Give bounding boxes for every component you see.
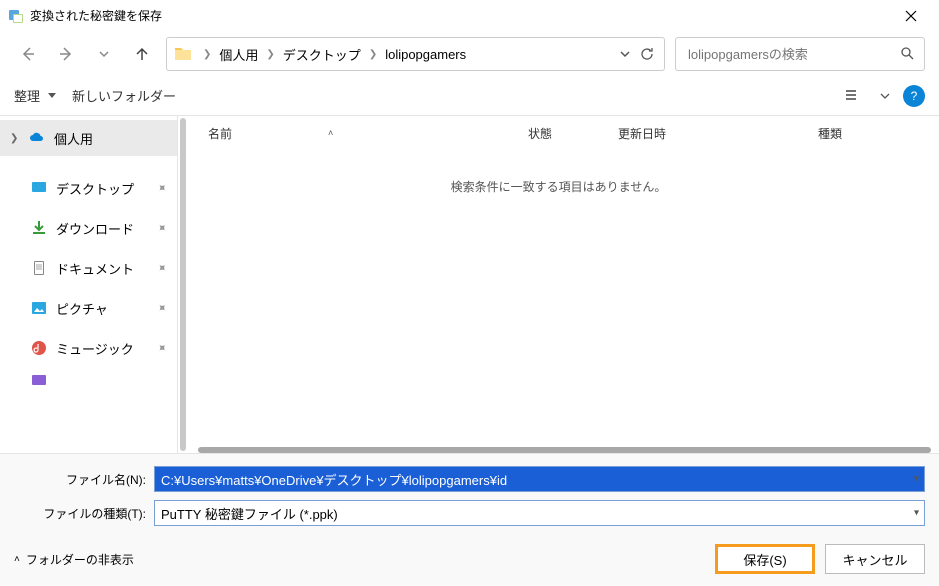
scrollbar-horizontal[interactable] [198, 447, 931, 453]
view-dropdown[interactable] [879, 82, 891, 110]
folder-icon [173, 44, 193, 64]
save-button[interactable]: 保存(S) [715, 544, 815, 574]
column-type[interactable]: 種類 [818, 125, 842, 142]
sidebar-item-downloads[interactable]: ダウンロード ✦ [20, 208, 177, 248]
pin-icon: ✦ [153, 219, 170, 236]
sidebar-tree: ❯ 個人用 デスクトップ ✦ ダウンロード ✦ ドキュメント [0, 116, 178, 453]
save-dialog: 変換された秘密鍵を保存 ❯ 個人用 ❯ デスクトップ ❯ lolipopgame… [0, 0, 939, 586]
sidebar-item-pictures[interactable]: ピクチャ ✦ [20, 288, 177, 328]
forward-button[interactable] [52, 40, 80, 68]
pin-icon: ✦ [153, 339, 170, 356]
sidebar-item-music[interactable]: ミュージック ✦ [20, 328, 177, 368]
breadcrumb-item[interactable]: デスクトップ [279, 43, 365, 66]
search-icon[interactable] [900, 46, 914, 63]
app-icon [8, 8, 24, 24]
chevron-right-icon: ❯ [203, 49, 211, 60]
sort-indicator-icon: ˄ [328, 128, 333, 138]
toolbar: 整理 新しいフォルダー ? [0, 76, 939, 116]
footer: ファイル名(N): ▾ ファイルの種類(T): PuTTY 秘密鍵ファイル (*… [0, 453, 939, 586]
download-icon [30, 219, 48, 237]
cloud-icon [28, 129, 46, 147]
view-options[interactable] [839, 82, 867, 110]
window-title: 変換された秘密鍵を保存 [30, 7, 891, 24]
pin-icon: ✦ [153, 179, 170, 196]
pictures-icon [30, 299, 48, 317]
breadcrumb-item[interactable]: lolipopgamers [381, 45, 470, 64]
sidebar-item-personal[interactable]: ❯ 個人用 [0, 120, 177, 156]
filename-label: ファイル名(N): [14, 471, 154, 488]
scrollbar-vertical[interactable] [180, 118, 186, 451]
column-headers[interactable]: 名前 ˄ 状態 更新日時 種類 [188, 116, 939, 150]
sidebar-item-desktop[interactable]: デスクトップ ✦ [20, 168, 177, 208]
close-button[interactable] [891, 1, 931, 31]
music-icon [30, 339, 48, 357]
address-dropdown[interactable] [614, 43, 636, 65]
filetype-combo[interactable]: PuTTY 秘密鍵ファイル (*.ppk) [154, 500, 925, 526]
hide-folders-toggle[interactable]: ˄ フォルダーの非表示 [14, 551, 134, 568]
pin-icon: ✦ [153, 299, 170, 316]
filename-input[interactable] [154, 466, 925, 492]
new-folder-button[interactable]: 新しいフォルダー [72, 86, 176, 105]
sidebar-item-more[interactable] [20, 368, 177, 392]
sidebar-item-documents[interactable]: ドキュメント ✦ [20, 248, 177, 288]
document-icon [30, 259, 48, 277]
column-name[interactable]: 名前 [208, 125, 232, 142]
up-button[interactable] [128, 40, 156, 68]
video-icon [30, 371, 48, 389]
file-list-area: 名前 ˄ 状態 更新日時 種類 検索条件に一致する項目はありません。 [178, 116, 939, 453]
cancel-button[interactable]: キャンセル [825, 544, 925, 574]
help-button[interactable]: ? [903, 85, 925, 107]
search-input[interactable] [686, 46, 900, 63]
desktop-icon [30, 179, 48, 197]
column-date[interactable]: 更新日時 [618, 125, 666, 142]
chevron-right-icon: ❯ [266, 49, 274, 60]
address-bar[interactable]: ❯ 個人用 ❯ デスクトップ ❯ lolipopgamers [166, 37, 665, 71]
breadcrumb-item[interactable]: 個人用 [215, 43, 262, 66]
refresh-button[interactable] [636, 43, 658, 65]
empty-message: 検索条件に一致する項目はありません。 [178, 178, 939, 195]
column-state[interactable]: 状態 [528, 125, 552, 142]
nav-bar: ❯ 個人用 ❯ デスクトップ ❯ lolipopgamers [0, 32, 939, 76]
search-box[interactable] [675, 37, 925, 71]
pin-icon: ✦ [153, 259, 170, 276]
organize-menu[interactable]: 整理 [14, 86, 56, 105]
chevron-right-icon: ❯ [369, 49, 377, 60]
recent-dropdown[interactable] [90, 40, 118, 68]
back-button[interactable] [14, 40, 42, 68]
filetype-label: ファイルの種類(T): [14, 505, 154, 522]
titlebar: 変換された秘密鍵を保存 [0, 0, 939, 32]
chevron-up-icon: ˄ [14, 554, 20, 565]
chevron-right-icon: ❯ [10, 133, 20, 144]
